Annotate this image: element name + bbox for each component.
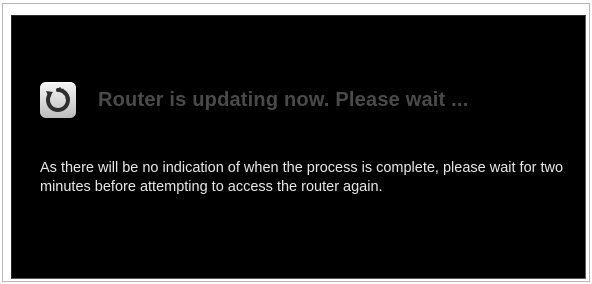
update-status-panel: Router is updating now. Please wait ... … [11,15,586,279]
status-message: As there will be no indication of when t… [40,160,564,195]
status-title: Router is updating now. Please wait ... [98,88,469,111]
status-header: Router is updating now. Please wait ... [40,82,468,118]
refresh-update-icon [40,82,76,118]
refresh-arrow-icon [45,87,70,112]
dialog-frame: Router is updating now. Please wait ... … [2,3,590,282]
